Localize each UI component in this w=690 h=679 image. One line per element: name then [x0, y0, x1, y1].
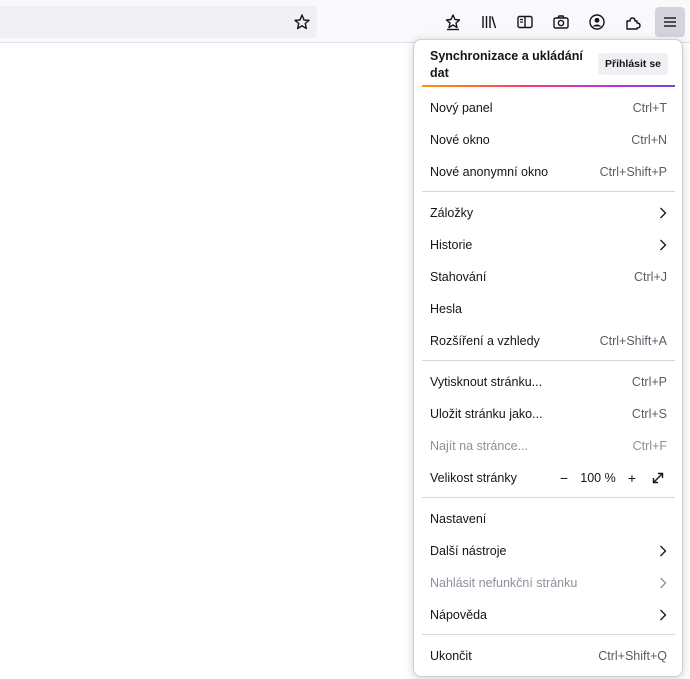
menu-item-label: Záložky [430, 206, 474, 220]
menu-item-label: Nahlásit nefunkční stránku [430, 576, 578, 590]
menu-item-label: Nápověda [430, 608, 487, 622]
menu-item-quit[interactable]: Ukončit Ctrl+Shift+Q [422, 641, 675, 671]
menu-item-label: Ukončit [430, 649, 472, 663]
menu-item-shortcut: Ctrl+S [631, 407, 667, 421]
app-menu-icon[interactable] [655, 7, 685, 37]
menu-item-settings[interactable]: Nastavení [422, 504, 675, 534]
menu-item-passwords[interactable]: Hesla [422, 294, 675, 324]
save-to-pocket-icon[interactable] [439, 8, 467, 36]
chevron-right-icon [657, 207, 669, 219]
menu-item-shortcut: Ctrl+N [631, 133, 667, 147]
menu-item-label: Stahování [430, 270, 487, 284]
menu-item-history[interactable]: Historie [422, 230, 675, 260]
menu-item-new-tab[interactable]: Nový panel Ctrl+T [422, 93, 675, 123]
menu-item-label: Najít na stránce... [430, 439, 528, 453]
menu-item-new-window[interactable]: Nové okno Ctrl+N [422, 125, 675, 155]
library-icon[interactable] [475, 8, 503, 36]
menu-item-print[interactable]: Vytisknout stránku... Ctrl+P [422, 367, 675, 397]
sidebar-icon[interactable] [511, 8, 539, 36]
menu-item-shortcut: Ctrl+Shift+Q [598, 649, 667, 663]
menu-item-zoom: Velikost stránky − 100 % + [422, 463, 675, 493]
fullscreen-icon[interactable] [649, 469, 667, 487]
menu-item-more-tools[interactable]: Další nástroje [422, 536, 675, 566]
menu-separator [422, 191, 675, 192]
menu-separator [422, 360, 675, 361]
sign-in-button[interactable]: Přihlásit se [598, 53, 668, 75]
menu-item-private-window[interactable]: Nové anonymní okno Ctrl+Shift+P [422, 157, 675, 187]
chevron-right-icon [657, 577, 669, 589]
chevron-right-icon [657, 545, 669, 557]
menu-item-bookmarks[interactable]: Záložky [422, 198, 675, 228]
zoom-label: Velikost stránky [430, 471, 517, 485]
menu-item-label: Nové okno [430, 133, 490, 147]
chevron-right-icon [657, 609, 669, 621]
sync-accent-divider [422, 85, 675, 87]
browser-toolbar [0, 0, 690, 43]
menu-item-label: Nový panel [430, 101, 493, 115]
sync-title: Synchronizace a ukládání dat [430, 49, 583, 80]
menu-item-label: Uložit stránku jako... [430, 407, 543, 421]
menu-item-label: Hesla [430, 302, 462, 316]
url-bar[interactable] [0, 6, 317, 38]
menu-item-shortcut: Ctrl+Shift+P [599, 165, 667, 179]
zoom-out-button[interactable]: − [555, 469, 573, 487]
zoom-value[interactable]: 100 % [573, 471, 623, 485]
menu-separator [422, 634, 675, 635]
menu-item-shortcut: Ctrl+T [632, 101, 667, 115]
menu-item-downloads[interactable]: Stahování Ctrl+J [422, 262, 675, 292]
menu-item-label: Vytisknout stránku... [430, 375, 543, 389]
menu-item-shortcut: Ctrl+J [634, 270, 667, 284]
menu-item-report-broken-site: Nahlásit nefunkční stránku [422, 568, 675, 598]
menu-item-shortcut: Ctrl+F [632, 439, 667, 453]
chevron-right-icon [657, 239, 669, 251]
account-icon[interactable] [583, 8, 611, 36]
zoom-controls: − 100 % + [555, 469, 667, 487]
menu-item-shortcut: Ctrl+Shift+A [599, 334, 667, 348]
menu-item-label: Nastavení [430, 512, 487, 526]
menu-item-find: Najít na stránce... Ctrl+F [422, 431, 675, 461]
menu-item-save-page[interactable]: Uložit stránku jako... Ctrl+S [422, 399, 675, 429]
bookmark-star-icon[interactable] [288, 8, 316, 36]
zoom-in-button[interactable]: + [623, 469, 641, 487]
menu-item-help[interactable]: Nápověda [422, 600, 675, 630]
screenshot-icon[interactable] [547, 8, 575, 36]
app-menu-panel: Synchronizace a ukládání dat Přihlásit s… [413, 39, 683, 677]
extensions-icon[interactable] [619, 8, 647, 36]
menu-item-addons[interactable]: Rozšíření a vzhledy Ctrl+Shift+A [422, 326, 675, 356]
menu-item-label: Historie [430, 238, 473, 252]
menu-item-shortcut: Ctrl+P [631, 375, 667, 389]
menu-item-label: Další nástroje [430, 544, 507, 558]
menu-separator [422, 497, 675, 498]
menu-item-label: Nové anonymní okno [430, 165, 549, 179]
menu-item-label: Rozšíření a vzhledy [430, 334, 540, 348]
